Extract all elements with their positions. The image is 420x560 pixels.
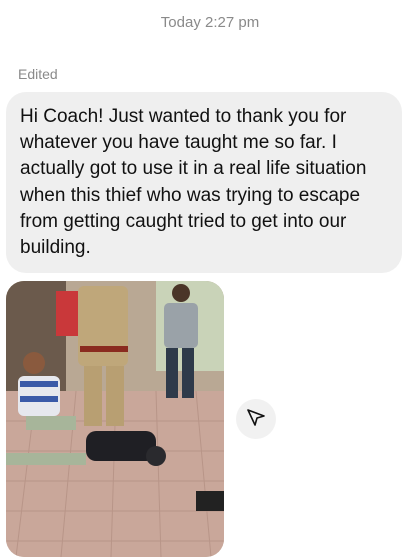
chat-screen: Today 2:27 pm Edited Hi Coach! Just want… <box>0 0 420 560</box>
edited-label: Edited <box>18 66 58 82</box>
message-bubble[interactable]: Hi Coach! Just wanted to thank you for w… <box>6 92 402 274</box>
photo-illustration <box>6 281 224 557</box>
message-timestamp: Today 2:27 pm <box>160 14 260 31</box>
share-icon <box>246 407 266 432</box>
share-button[interactable] <box>236 399 276 439</box>
photo-attachment[interactable] <box>6 281 224 557</box>
